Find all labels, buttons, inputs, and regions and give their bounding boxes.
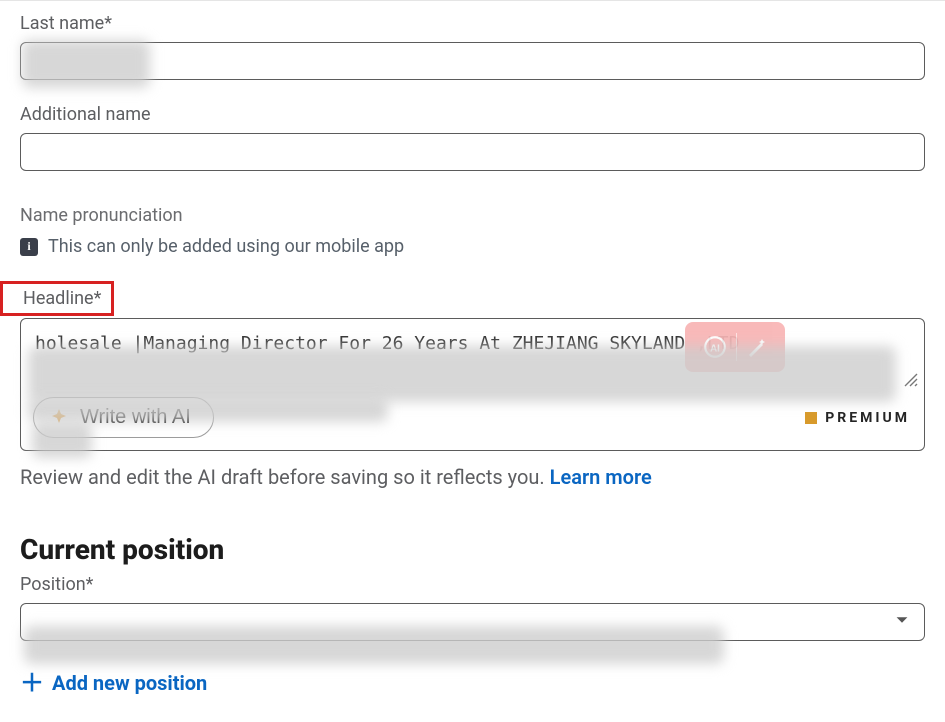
premium-text: PREMIUM <box>825 410 910 426</box>
last-name-input[interactable] <box>20 42 925 80</box>
pronunciation-helper: i This can only be added using our mobil… <box>20 236 925 257</box>
position-select-wrap <box>20 603 925 641</box>
badge-divider <box>736 333 737 361</box>
headline-container: Write with AI PREMIUM <box>20 318 925 451</box>
ai-review-text: Review and edit the AI draft before savi… <box>20 465 550 489</box>
headline-ai-row: Write with AI PREMIUM <box>29 395 916 440</box>
position-select[interactable] <box>20 603 925 641</box>
edit-profile-form[interactable]: Last name* Additional name Name pronunci… <box>0 0 945 722</box>
write-with-ai-button[interactable]: Write with AI <box>33 397 214 438</box>
premium-icon <box>805 412 817 424</box>
write-with-ai-label: Write with AI <box>80 406 191 429</box>
info-icon: i <box>20 238 38 256</box>
position-label: Position* <box>20 574 925 595</box>
svg-text:AI: AI <box>710 343 720 354</box>
learn-more-link[interactable]: Learn more <box>550 465 652 489</box>
name-pronunciation-group: Name pronunciation i This can only be ad… <box>20 205 925 257</box>
headline-group: Headline* Write with AI <box>20 281 925 489</box>
add-new-position-label: Add new position <box>52 671 207 695</box>
headline-label-highlight: Headline* <box>0 281 114 316</box>
pronunciation-helper-text: This can only be added using our mobile … <box>48 236 404 257</box>
ai-review-helper: Review and edit the AI draft before savi… <box>20 465 925 489</box>
additional-name-group: Additional name <box>20 104 925 171</box>
name-pronunciation-label: Name pronunciation <box>20 205 925 226</box>
magic-wand-icon <box>745 335 769 359</box>
add-new-position-link[interactable]: ＋ Add new position <box>20 671 207 695</box>
textarea-resize-handle[interactable] <box>904 373 918 387</box>
headline-label: Headline* <box>23 288 101 309</box>
last-name-label: Last name* <box>20 13 925 34</box>
additional-name-input[interactable] <box>20 133 925 171</box>
sparkle-icon <box>48 407 70 429</box>
plus-icon: ＋ <box>20 671 44 695</box>
premium-badge: PREMIUM <box>805 410 910 426</box>
last-name-group: Last name* <box>20 13 925 80</box>
current-position-heading: Current position <box>20 533 925 566</box>
ai-circle-icon: AI <box>702 334 728 360</box>
floating-tool-badge[interactable]: AI <box>685 322 785 372</box>
additional-name-label: Additional name <box>20 104 925 125</box>
